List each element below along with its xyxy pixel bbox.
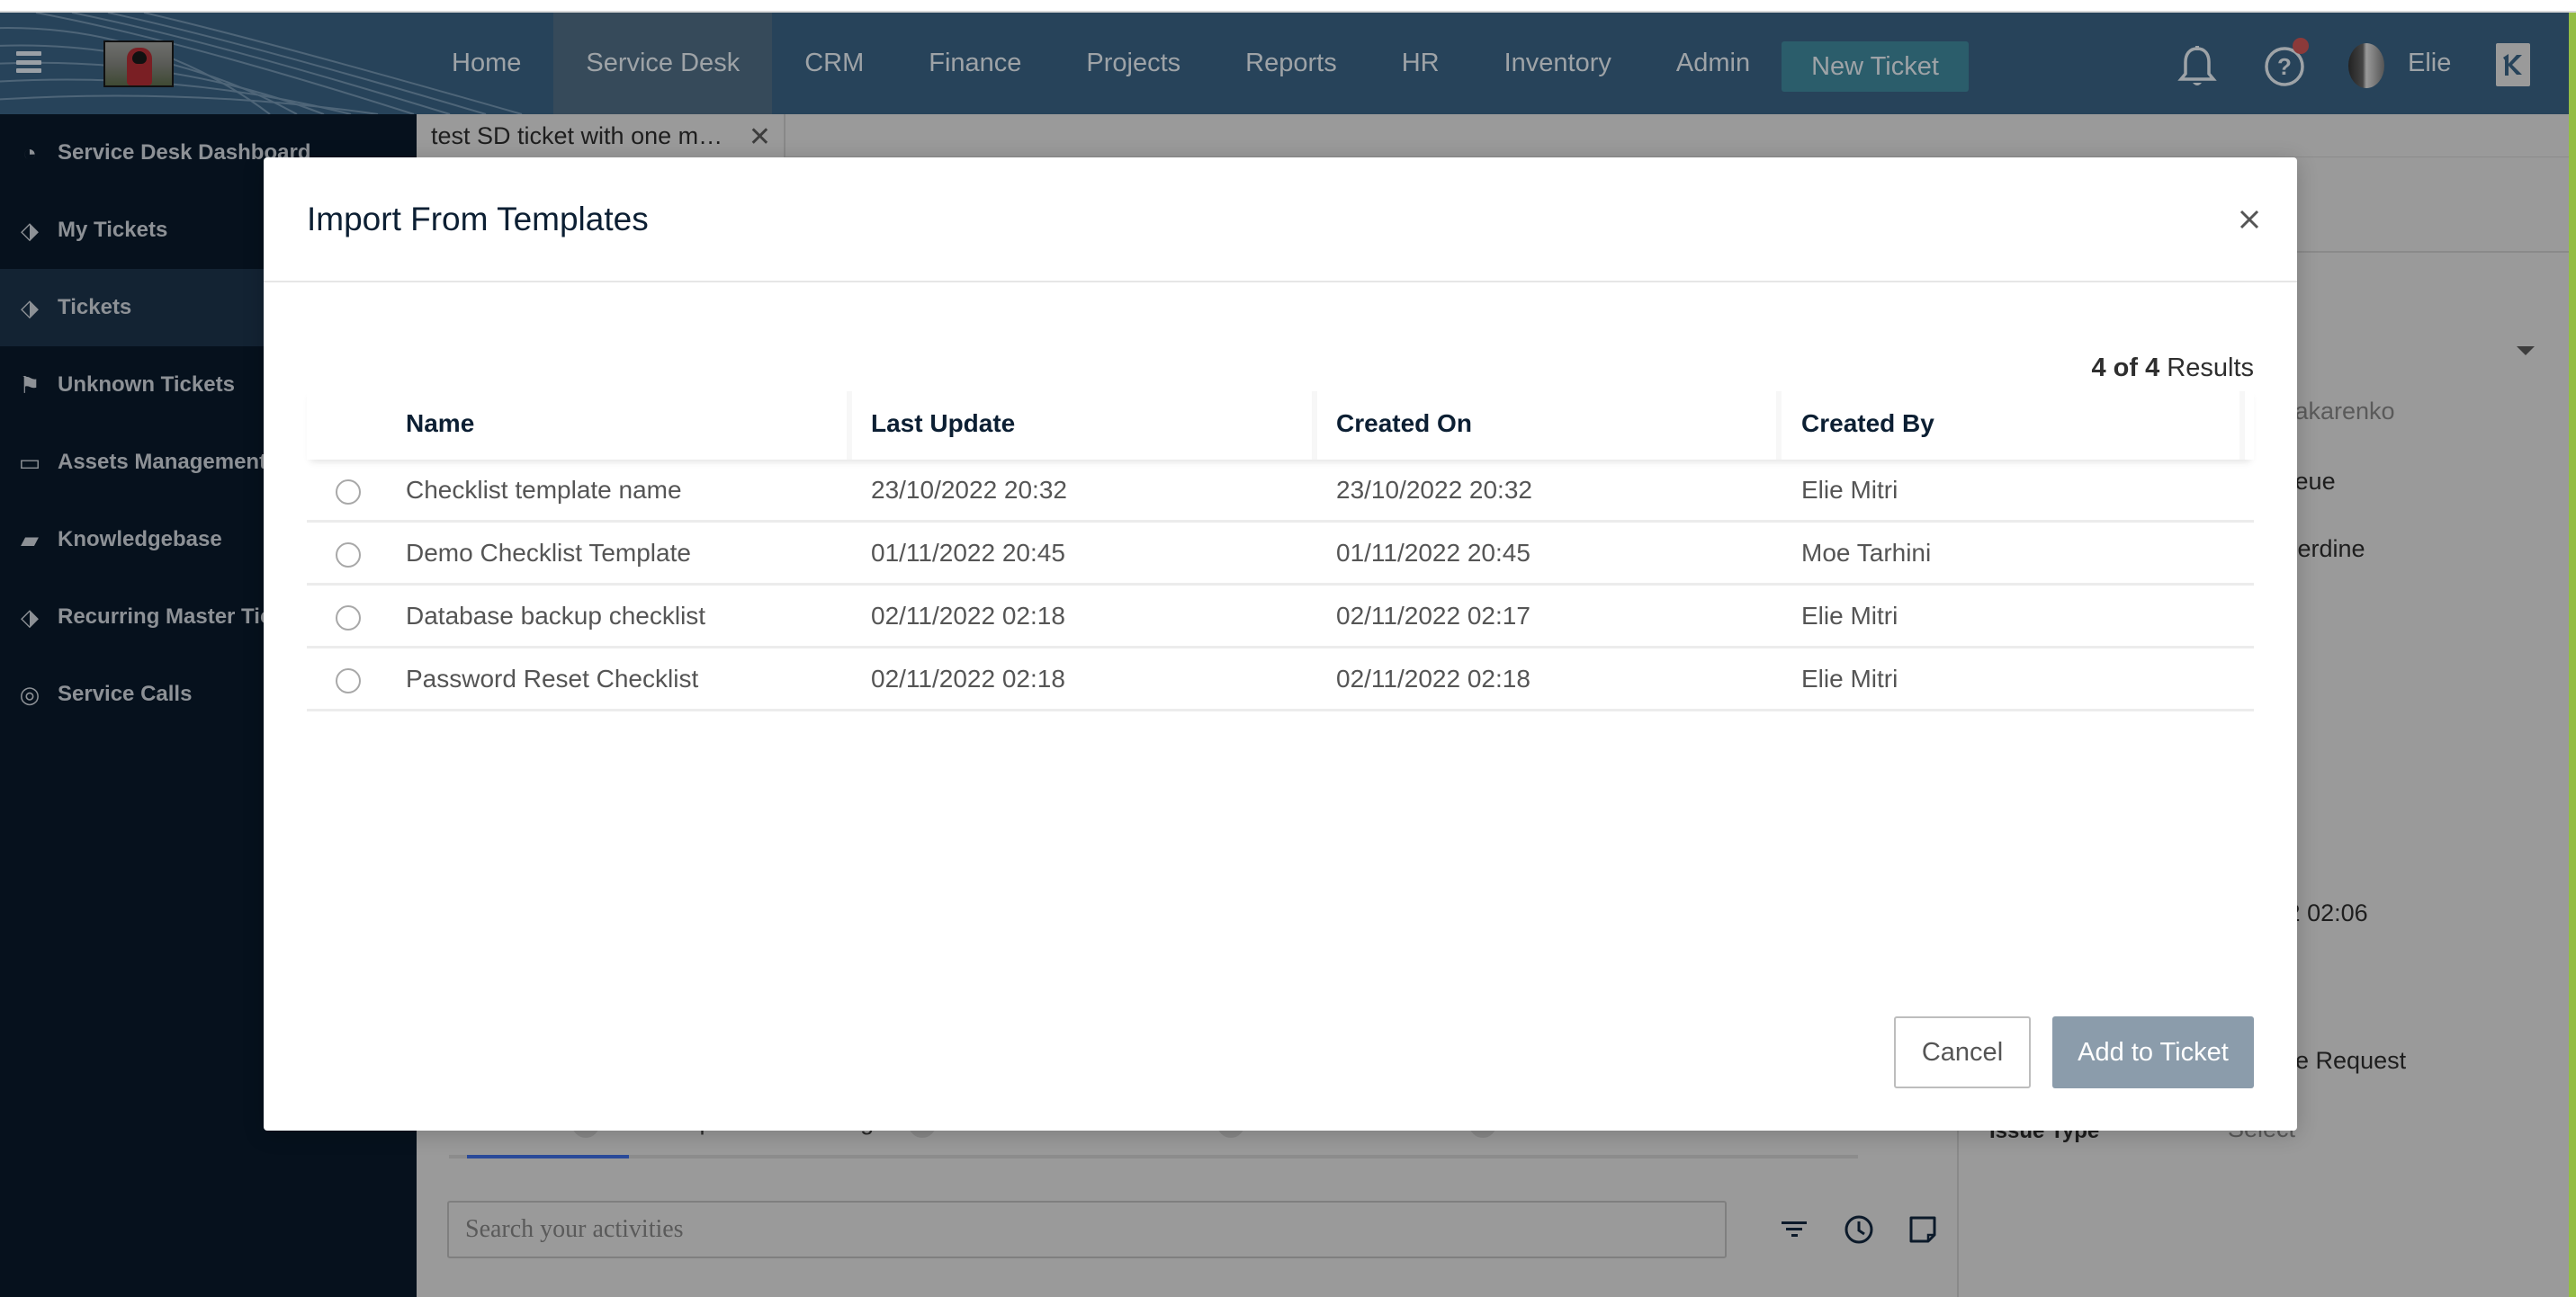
cell-name: Database backup checklist (406, 601, 706, 630)
cell-created-on: 02/11/2022 02:18 (1336, 664, 1530, 693)
nav-item-home[interactable]: Home (419, 13, 553, 114)
modal-header: Import From Templates (264, 157, 2297, 282)
main-nav: Home Service Desk CRM Finance Projects Report… (419, 13, 1782, 114)
modal-title: Import From Templates (307, 201, 649, 237)
table-row[interactable]: Checklist template name 23/10/2022 20:32 2… (307, 460, 2254, 523)
column-header-name[interactable]: Name (406, 388, 474, 460)
cancel-button[interactable]: Cancel (1894, 1016, 2031, 1088)
cell-name: Checklist template name (406, 475, 682, 504)
row-select-radio[interactable] (336, 479, 361, 505)
column-separator (2239, 391, 2245, 460)
column-separator[interactable] (1312, 391, 1317, 460)
table-row[interactable]: Demo Checklist Template 01/11/2022 20:45 0… (307, 523, 2254, 586)
row-select-radio[interactable] (336, 542, 361, 568)
cell-created-on: 02/11/2022 02:17 (1336, 601, 1530, 630)
page: Home Service Desk CRM Finance Projects Report… (0, 0, 2576, 1297)
company-logo[interactable] (103, 40, 174, 87)
column-header-last-update[interactable]: Last Update (871, 388, 1015, 460)
browser-top-strip (0, 0, 2576, 13)
cell-last-update: 23/10/2022 20:32 (871, 475, 1067, 504)
cell-created-by: Elie Mitri (1801, 475, 1898, 504)
table-row[interactable]: Password Reset Checklist 02/11/2022 02:18… (307, 648, 2254, 711)
cell-created-by: Moe Tarhini (1801, 538, 1932, 567)
nav-item-crm[interactable]: CRM (772, 13, 896, 114)
nav-item-inventory[interactable]: Inventory (1472, 13, 1644, 114)
row-select-radio[interactable] (336, 668, 361, 693)
nav-item-projects[interactable]: Projects (1054, 13, 1213, 114)
import-templates-modal: Import From Templates 4 of 4 Results Nam… (264, 157, 2297, 1131)
column-header-created-on[interactable]: Created On (1336, 388, 1472, 460)
user-name[interactable]: Elie (2408, 49, 2451, 78)
templates-table: Name Last Update Created On Created By C… (307, 388, 2254, 711)
window-edge-accent (2569, 13, 2576, 1297)
hamburger-menu-icon[interactable] (16, 51, 41, 73)
cell-created-on: 01/11/2022 20:45 (1336, 538, 1530, 567)
cell-name: Password Reset Checklist (406, 664, 699, 693)
cell-last-update: 01/11/2022 20:45 (871, 538, 1065, 567)
nav-item-hr[interactable]: HR (1369, 13, 1472, 114)
nav-item-reports[interactable]: Reports (1213, 13, 1369, 114)
nav-item-finance[interactable]: Finance (896, 13, 1054, 114)
notifications-bell-icon[interactable] (2177, 45, 2217, 90)
cell-created-by: Elie Mitri (1801, 664, 1898, 693)
column-header-created-by[interactable]: Created By (1801, 388, 1934, 460)
table-row[interactable]: Database backup checklist 02/11/2022 02:1… (307, 586, 2254, 648)
close-icon[interactable] (2234, 204, 2265, 235)
top-navbar: Home Service Desk CRM Finance Projects Report… (0, 13, 2576, 114)
help-notification-dot (2293, 38, 2309, 54)
cell-last-update: 02/11/2022 02:18 (871, 601, 1065, 630)
row-select-radio[interactable] (336, 605, 361, 631)
table-header: Name Last Update Created On Created By (307, 388, 2254, 460)
nav-item-admin[interactable]: Admin (1644, 13, 1782, 114)
nav-item-service-desk[interactable]: Service Desk (553, 13, 773, 114)
k-logo-glyph (2503, 54, 2522, 76)
table-body: Checklist template name 23/10/2022 20:32 2… (307, 460, 2254, 711)
add-to-ticket-button[interactable]: Add to Ticket (2052, 1016, 2254, 1088)
column-separator[interactable] (847, 391, 852, 460)
cell-created-by: Elie Mitri (1801, 601, 1898, 630)
cell-name: Demo Checklist Template (406, 538, 691, 567)
results-count: 4 of 4 Results (2091, 353, 2254, 383)
new-ticket-button[interactable]: New Ticket (1782, 41, 1969, 92)
user-avatar[interactable] (2348, 43, 2384, 88)
brand-k-icon[interactable] (2496, 43, 2530, 86)
cell-created-on: 23/10/2022 20:32 (1336, 475, 1532, 504)
results-count-value: 4 of 4 (2091, 353, 2160, 382)
column-separator[interactable] (1776, 391, 1782, 460)
cell-last-update: 02/11/2022 02:18 (871, 664, 1065, 693)
svg-text:?: ? (2277, 53, 2292, 80)
results-count-suffix: Results (2167, 353, 2254, 382)
